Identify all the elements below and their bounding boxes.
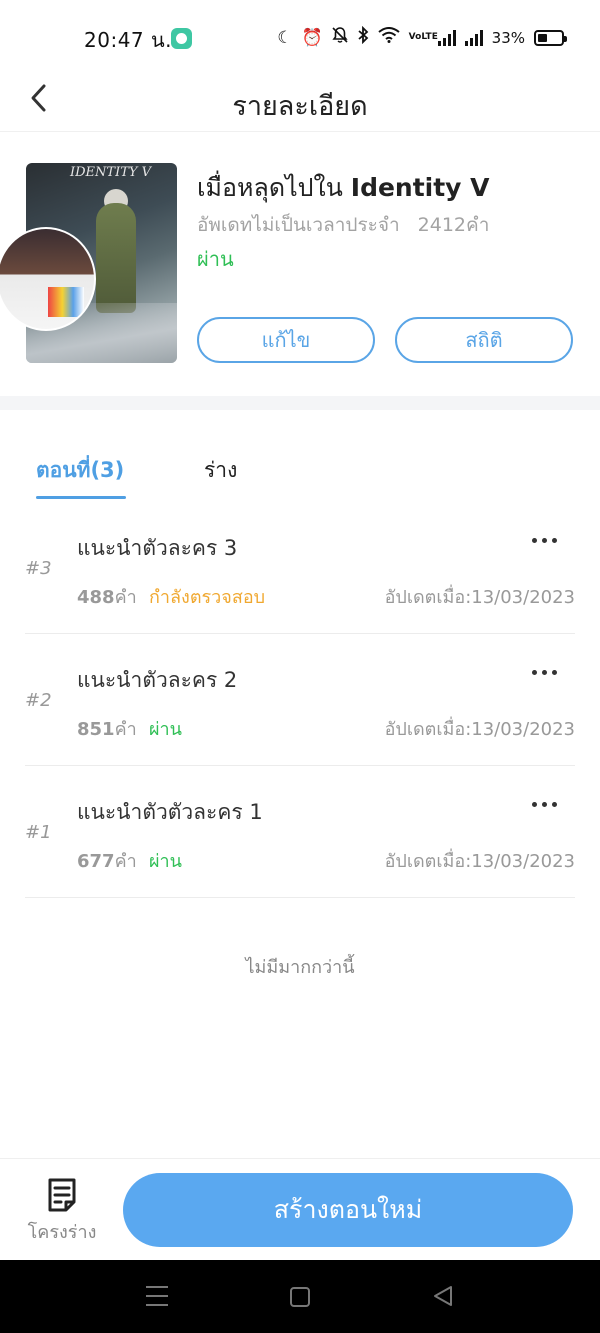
section-divider — [0, 396, 600, 410]
chapter-status: กำลังตรวจสอบ — [149, 587, 266, 608]
chapter-row[interactable]: #1 แนะนำตัวตัวละคร 1 677คำ ผ่าน อัปเดตเม… — [25, 766, 575, 898]
active-tab-indicator — [36, 496, 126, 499]
chat-app-notification-icon — [171, 28, 192, 49]
book-meta: อัพเดทไม่เป็นเวลาประจำ 2412คำ — [197, 210, 489, 240]
page-title: รายละเอียด — [232, 91, 368, 122]
signal-strength-icon-2 — [464, 29, 483, 46]
chapter-updated: อัปเดตเมื่อ:13/03/2023 — [384, 719, 575, 740]
chapter-word-number: 851 — [77, 719, 115, 740]
book-status-badge: ผ่าน — [197, 247, 234, 271]
battery-icon — [534, 29, 567, 46]
signal-strength-icon-1 — [437, 29, 456, 46]
chapter-word-unit: คำ — [114, 719, 137, 740]
alarm-clock-icon: ⏰ — [301, 27, 323, 48]
chapter-title: แนะนำตัวละคร 3 — [77, 536, 238, 560]
chapter-word-unit: คำ — [114, 851, 137, 872]
book-title: เมื่อหลุดไปใน Identity V — [197, 168, 490, 208]
chapter-title: แนะนำตัวตัวละคร 1 — [77, 800, 263, 824]
chapter-word-count: 677คำ — [77, 846, 137, 875]
chapter-title: แนะนำตัวละคร 2 — [77, 668, 238, 692]
page-header: รายละเอียด — [0, 76, 600, 132]
edit-button[interactable]: แก้ไข — [197, 317, 375, 363]
do-not-disturb-moon-icon: ☾ — [277, 27, 293, 48]
volte-indicator: VoLTE — [408, 32, 438, 42]
chapter-word-count: 851คำ — [77, 714, 137, 743]
chapter-word-count: 488คำ — [77, 582, 137, 611]
more-options-icon[interactable] — [532, 538, 557, 543]
chapter-word-number: 488 — [77, 587, 115, 608]
create-new-chapter-button[interactable]: สร้างตอนใหม่ — [123, 1173, 573, 1247]
more-options-icon[interactable] — [532, 802, 557, 807]
battery-percent: 33% — [491, 28, 525, 47]
chapter-updated: อัปเดตเมื่อ:13/03/2023 — [384, 587, 575, 608]
back-triangle-icon[interactable] — [432, 1285, 454, 1307]
bottom-action-bar: โครงร่าง สร้างตอนใหม่ — [0, 1158, 600, 1260]
outline-button[interactable]: โครงร่าง — [22, 1177, 102, 1246]
home-square-icon[interactable] — [290, 1287, 310, 1307]
chapter-tabs: ตอนที่(3) ร่าง — [0, 410, 600, 502]
chapter-row[interactable]: #3 แนะนำตัวละคร 3 488คำ กำลังตรวจสอบ อัป… — [25, 502, 575, 634]
more-options-icon[interactable] — [532, 670, 557, 675]
book-word-count: 2412คำ — [417, 214, 490, 236]
system-nav-bar — [0, 1260, 600, 1333]
book-info-card: IDENTITY V เมื่อหลุดไปใน Identity V อัพเ… — [0, 132, 600, 396]
update-schedule: อัพเดทไม่เป็นเวลาประจำ — [197, 214, 400, 236]
stats-button[interactable]: สถิติ — [395, 317, 573, 363]
book-title-latin: Identity V — [350, 173, 490, 202]
recent-apps-menu-icon[interactable] — [146, 1286, 168, 1306]
outline-notes-icon — [48, 1178, 76, 1212]
chapter-list: #3 แนะนำตัวละคร 3 488คำ กำลังตรวจสอบ อัป… — [0, 502, 600, 898]
muted-bell-icon — [332, 26, 348, 49]
status-icons: ☾ ⏰ VoLTE 33% — [277, 25, 567, 49]
list-end-text: ไม่มีมากกว่านี้ — [245, 957, 355, 978]
cover-logo: IDENTITY V — [70, 165, 152, 180]
status-time: 20:47 น. — [84, 28, 173, 52]
tab-drafts[interactable]: ร่าง — [204, 454, 237, 487]
chapter-number: #2 — [25, 690, 52, 711]
tab-episodes[interactable]: ตอนที่(3) — [36, 454, 124, 487]
chapter-number: #1 — [25, 822, 52, 843]
bluetooth-icon — [357, 25, 369, 49]
chapter-updated: อัปเดตเมื่อ:13/03/2023 — [384, 851, 575, 872]
chapter-word-number: 677 — [77, 851, 115, 872]
chapter-row[interactable]: #2 แนะนำตัวละคร 2 851คำ ผ่าน อัปเดตเมื่อ… — [25, 634, 575, 766]
cover-character — [96, 203, 136, 313]
book-title-thai: เมื่อหลุดไปใน — [197, 173, 351, 202]
chapter-word-unit: คำ — [114, 587, 137, 608]
book-cover[interactable]: IDENTITY V — [0, 163, 177, 363]
wifi-icon — [378, 27, 400, 48]
outline-label: โครงร่าง — [27, 1222, 97, 1243]
chapter-number: #3 — [25, 558, 52, 579]
chapter-status: ผ่าน — [149, 719, 182, 740]
floating-avatar-bubble[interactable] — [0, 227, 96, 331]
status-bar: 20:47 น. ☾ ⏰ VoLTE 33% — [0, 0, 600, 76]
chapter-status: ผ่าน — [149, 851, 182, 872]
